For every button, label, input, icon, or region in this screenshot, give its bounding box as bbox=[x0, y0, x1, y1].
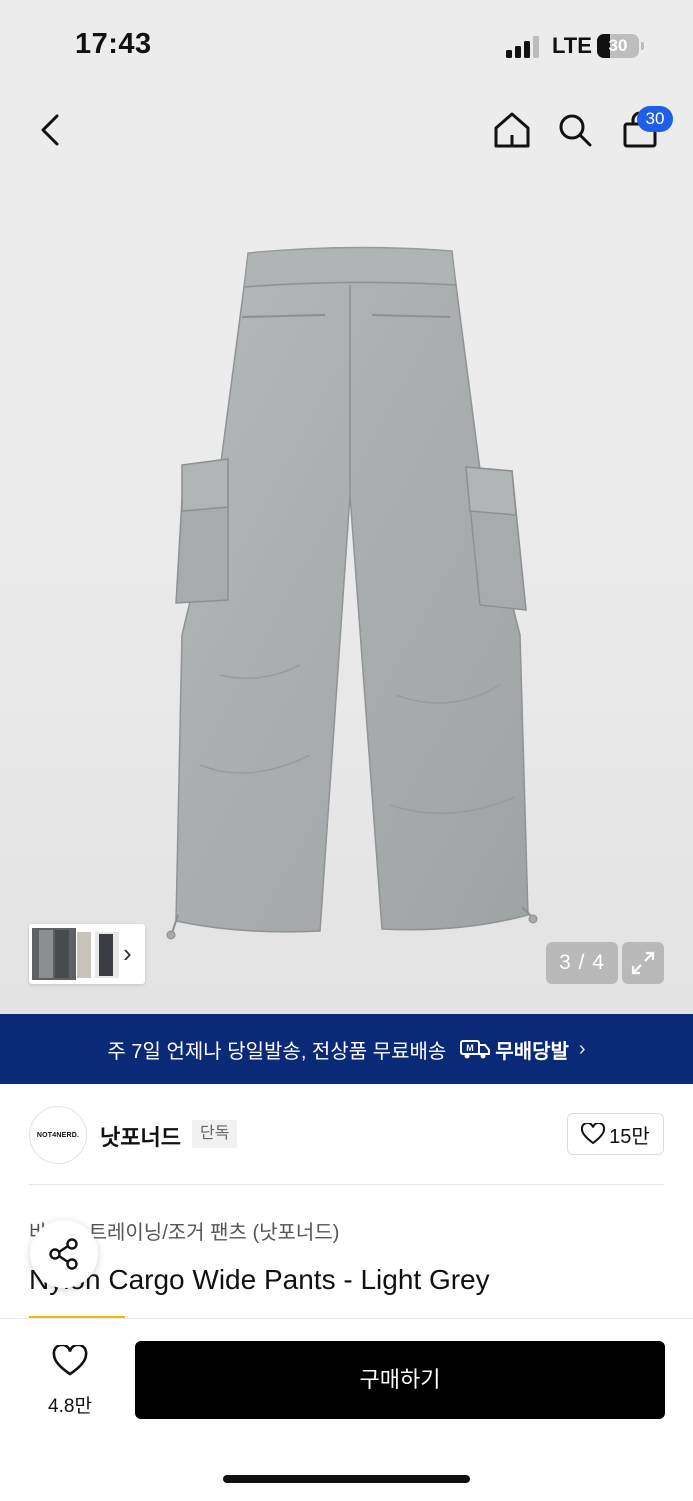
product-gallery[interactable]: 17:43 LTE 30 30 › 3 / 4 bbox=[0, 0, 693, 1014]
wishlist-button[interactable]: 4.8만 bbox=[30, 1341, 110, 1421]
brand-logo-text: NOT4NERD. bbox=[36, 1131, 80, 1139]
cart-count-badge: 30 bbox=[637, 106, 673, 132]
svg-text:M: M bbox=[467, 1043, 475, 1053]
home-button[interactable] bbox=[484, 100, 540, 160]
product-image bbox=[166, 246, 538, 940]
image-counter: 3 / 4 bbox=[546, 942, 618, 984]
exclusive-badge: 단독 bbox=[192, 1120, 238, 1148]
brand-like-count: 15만 bbox=[609, 1125, 650, 1148]
home-indicator bbox=[223, 1475, 470, 1483]
top-nav bbox=[0, 100, 693, 160]
expand-button[interactable] bbox=[622, 942, 664, 984]
expand-icon bbox=[631, 951, 655, 975]
thumbnail-strip[interactable]: › bbox=[29, 924, 145, 984]
shipping-banner[interactable]: 주 7일 언제나 당일발송, 전상품 무료배송 M 무배당발 › bbox=[0, 1014, 693, 1084]
status-time: 17:43 bbox=[75, 28, 152, 60]
wishlist-count: 4.8만 bbox=[48, 1396, 92, 1417]
home-icon bbox=[494, 112, 530, 148]
network-label: LTE bbox=[552, 33, 592, 58]
battery-percent: 30 bbox=[608, 36, 628, 55]
chevron-right-icon: › bbox=[123, 938, 132, 968]
brand-row: NOT4NERD. 낫포너드 단독 15만 bbox=[0, 1100, 693, 1170]
share-button[interactable] bbox=[30, 1220, 98, 1288]
banner-brand-label: 무배당발 bbox=[495, 1040, 569, 1063]
search-icon bbox=[559, 114, 592, 147]
signal-icon bbox=[506, 36, 539, 58]
brand-name[interactable]: 낫포너드 bbox=[100, 1120, 181, 1152]
banner-text: 주 7일 언제나 당일발송, 전상품 무료배송 bbox=[107, 1040, 447, 1063]
battery-icon: 30 bbox=[597, 34, 645, 58]
product-title: Nylon Cargo Wide Pants - Light Grey bbox=[29, 1264, 490, 1295]
buy-button[interactable]: 구매하기 bbox=[135, 1341, 665, 1419]
heart-icon bbox=[581, 1123, 606, 1145]
bottom-purchase-bar: 4.8만 구매하기 bbox=[0, 1318, 693, 1501]
back-button[interactable] bbox=[22, 100, 78, 160]
brand-like-button[interactable]: 15만 bbox=[567, 1113, 664, 1155]
status-bar: 17:43 LTE 30 bbox=[0, 0, 693, 90]
search-button[interactable] bbox=[547, 100, 603, 160]
share-icon bbox=[49, 1238, 78, 1270]
chevron-left-icon bbox=[41, 114, 59, 146]
chevron-right-icon: › bbox=[578, 1037, 586, 1060]
heart-icon bbox=[52, 1345, 88, 1376]
brand-logo[interactable]: NOT4NERD. bbox=[29, 1106, 87, 1164]
banner-brand: M 무배당발 bbox=[460, 1035, 569, 1064]
divider bbox=[29, 1184, 664, 1185]
delivery-truck-icon: M bbox=[460, 1040, 491, 1059]
